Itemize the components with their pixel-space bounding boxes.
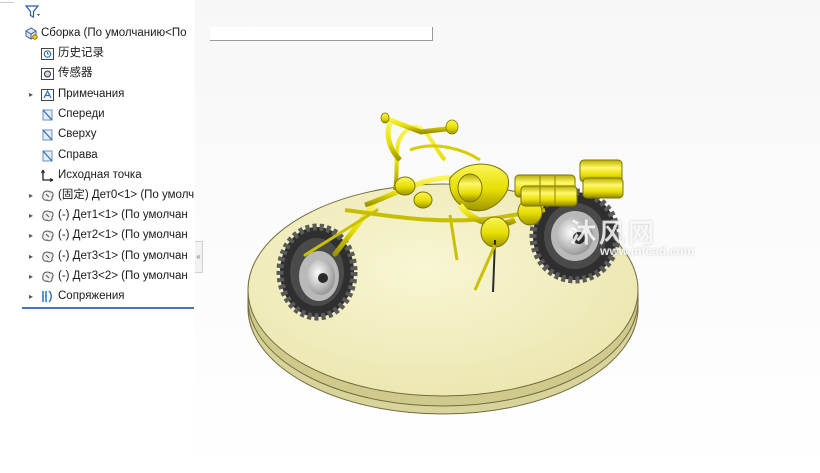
tree-item[interactable]: ▸ (-) Дет2<1> (По умолчан — [0, 226, 195, 245]
tree-item-label: Сопряжения — [58, 290, 125, 302]
filter-icon[interactable] — [25, 5, 41, 19]
tree-item-label: (-) Дет2<1> (По умолчан — [58, 229, 188, 241]
tree-root-tooltip-frame — [210, 27, 433, 41]
tree-item-label: Сверху — [58, 128, 97, 140]
tree-item-label: (-) Дет1<1> (По умолчан — [58, 209, 188, 221]
origin-icon — [41, 169, 54, 182]
tree-item[interactable]: ▸ (-) Дет3<1> (По умолчан — [0, 247, 195, 266]
tree-selection-underline — [22, 307, 194, 309]
watermark: 沐风网 www.mfcad.com — [560, 213, 730, 263]
tree-item-label: Спереди — [58, 108, 105, 120]
part-icon — [42, 230, 54, 242]
watermark-url: www.mfcad.com — [600, 244, 695, 258]
plane-icon — [42, 109, 53, 121]
tree-item[interactable]: Спереди — [0, 105, 195, 124]
part-icon — [42, 210, 54, 222]
history-icon — [41, 48, 54, 60]
mates-icon — [42, 290, 52, 303]
tree-filter-bar[interactable] — [22, 3, 195, 21]
panel-collapse-handle[interactable]: « — [195, 241, 203, 273]
plane-icon — [42, 150, 53, 162]
expand-arrow-icon[interactable]: ▸ — [27, 186, 35, 205]
tree-item-label: (-) Дет3<2> (По умолчан — [58, 270, 188, 282]
tree-item[interactable]: ▸ Сопряжения — [0, 287, 195, 306]
tree-item-label: Исходная точка — [58, 169, 142, 181]
annotations-icon — [41, 89, 54, 101]
tree-item-label: (-) Дет3<1> (По умолчан — [58, 250, 188, 262]
part-icon — [42, 271, 54, 283]
tree-item-label: Справа — [58, 149, 98, 161]
expand-arrow-icon[interactable]: ▸ — [27, 247, 35, 266]
expand-arrow-icon[interactable]: ▸ — [27, 85, 35, 104]
expand-arrow-icon[interactable]: ▸ — [27, 267, 35, 286]
tree-item[interactable]: Исходная точка — [0, 166, 195, 185]
expand-arrow-icon[interactable]: ▸ — [27, 206, 35, 225]
tree-item[interactable]: Сверху — [0, 125, 195, 144]
tree-item[interactable]: Справа — [0, 146, 195, 165]
tree-root-assembly[interactable]: Сборка (По умолчанию<По — [0, 24, 195, 43]
expand-arrow-icon[interactable]: ▸ — [27, 226, 35, 245]
tree-item-label: 传感器 — [58, 67, 93, 79]
tree-item-label: Примечания — [58, 88, 125, 100]
panel-divider — [0, 2, 14, 3]
expand-arrow-icon[interactable]: ▸ — [27, 287, 35, 306]
tree-item-label: 历史记录 — [58, 47, 104, 59]
part-icon — [42, 251, 54, 263]
graphics-area[interactable]: 沐风网 www.mfcad.com — [195, 0, 820, 473]
tree-item[interactable]: 传感器 — [0, 64, 195, 83]
part-icon — [42, 190, 54, 202]
sensor-icon — [41, 68, 54, 80]
plane-icon — [42, 129, 53, 141]
tree-root-label: Сборка (По умолчанию<По — [41, 27, 187, 39]
tree-item[interactable]: ▸ Примечания — [0, 85, 195, 104]
tree-item-label: (固定) Дет0<1> (По умолч — [58, 189, 195, 201]
assembly-icon — [25, 27, 38, 40]
tree-item[interactable]: 历史记录 — [0, 44, 195, 63]
tree-item[interactable]: ▸ (-) Дет1<1> (По умолчан — [0, 206, 195, 225]
feature-manager-tree: Сборка (По умолчанию<По 历史记录传感器 ▸ Примечан… — [0, 0, 196, 473]
tree-item[interactable]: ▸ (固定) Дет0<1> (По умолч — [0, 186, 195, 205]
tree-item[interactable]: ▸ (-) Дет3<2> (По умолчан — [0, 267, 195, 286]
